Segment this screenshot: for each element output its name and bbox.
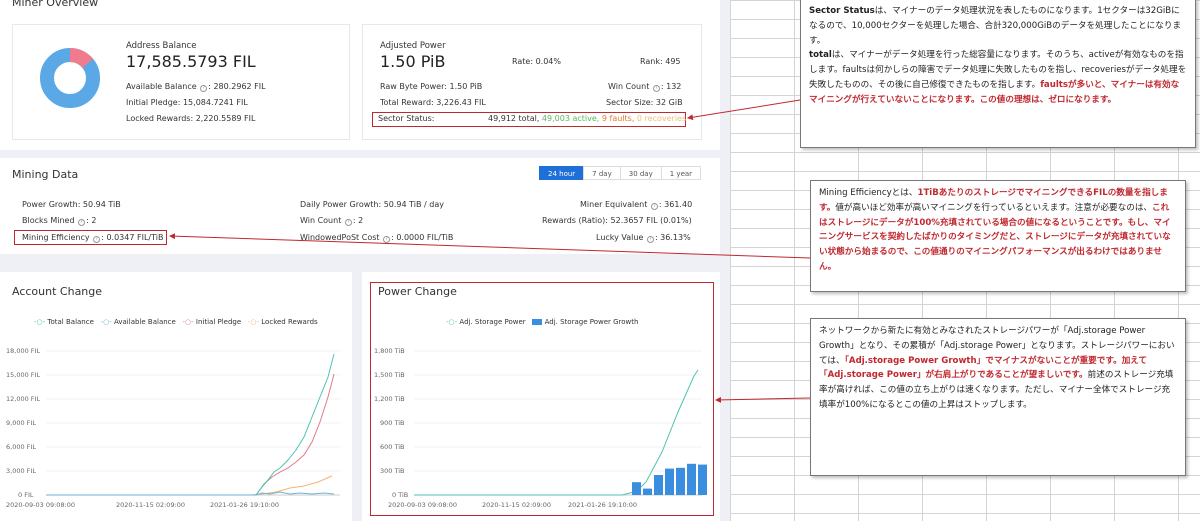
sector-status-note: Sector Statusは、マイナーのデータ処理状況を表したものになります。1… [800,0,1196,148]
mining-efficiency-note: Mining Efficiencyとは、1TiBあたりのストレージでマイニングで… [810,180,1186,292]
power-change-note: ネットワークから新たに有効とみなされたストレージパワーが「Adj.storage… [810,318,1186,476]
